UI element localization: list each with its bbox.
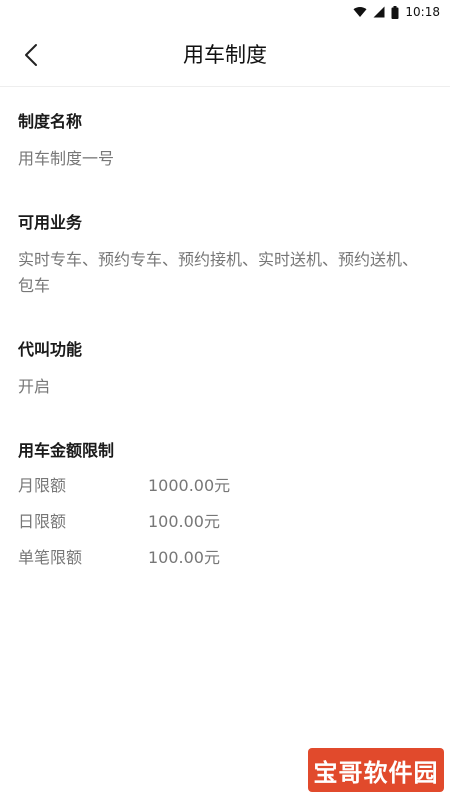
- services-value: 实时专车、预约专车、预约接机、实时送机、预约送机、包车: [18, 250, 419, 295]
- section-title: 可用业务: [18, 213, 83, 232]
- status-bar: 10:18: [0, 0, 450, 24]
- page-title: 用车制度: [183, 43, 267, 67]
- back-button[interactable]: [14, 40, 48, 70]
- limit-value: 100.00元: [148, 512, 220, 531]
- limit-label: 月限额: [18, 476, 67, 495]
- section-services: 可用业务 实时专车、预约专车、预约接机、实时送机、预约送机、包车: [18, 172, 432, 299]
- limit-row-monthly: 月限额 1000.00元: [18, 474, 432, 498]
- section-policy-name: 制度名称 用车制度一号: [18, 87, 432, 172]
- chevron-left-icon: [25, 44, 37, 66]
- limit-value: 100.00元: [148, 548, 220, 567]
- section-proxy-call: 代叫功能 开启: [18, 299, 432, 400]
- policy-name-value: 用车制度一号: [18, 149, 115, 168]
- nav-bar: 用车制度: [0, 24, 450, 87]
- battery-icon: [391, 5, 399, 19]
- limit-label: 日限额: [18, 512, 67, 531]
- status-time: 10:18: [405, 5, 440, 19]
- section-title: 用车金额限制: [18, 441, 115, 460]
- proxy-call-value: 开启: [18, 377, 51, 396]
- limit-value: 1000.00元: [148, 476, 231, 495]
- limit-label: 单笔限额: [18, 548, 83, 567]
- policy-details: 制度名称 用车制度一号 可用业务 实时专车、预约专车、预约接机、实时送机、预约送…: [0, 87, 450, 570]
- section-title: 制度名称: [18, 112, 83, 131]
- section-amount-limits: 用车金额限制 月限额 1000.00元 日限额 100.00元 单笔限额 100…: [18, 400, 432, 570]
- signal-icon: [373, 6, 385, 18]
- section-title: 代叫功能: [18, 340, 83, 359]
- wifi-icon: [353, 6, 367, 17]
- watermark-logo: 宝哥软件园: [308, 748, 444, 792]
- limit-row-daily: 日限额 100.00元: [18, 510, 432, 534]
- limit-row-single: 单笔限额 100.00元: [18, 546, 432, 570]
